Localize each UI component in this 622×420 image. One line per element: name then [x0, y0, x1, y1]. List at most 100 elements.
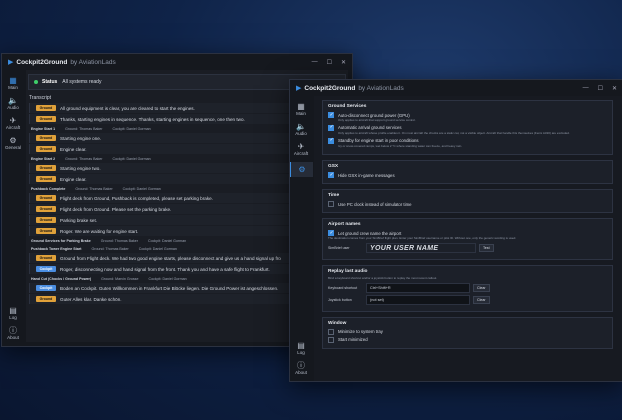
minimize-button[interactable]: —: [583, 85, 589, 92]
simbrief-user-input[interactable]: YOUR USER NAME: [366, 243, 476, 254]
hide-gsx-checkbox[interactable]: Hide GSX in-game messages: [328, 172, 607, 179]
nav-general[interactable]: ⚙: [290, 162, 313, 177]
nav-general[interactable]: ⚙ General: [2, 136, 24, 150]
gear-icon: ⚙: [298, 165, 306, 174]
maximize-button[interactable]: ☐: [598, 85, 603, 92]
transcript-text: Roger. We are waiting for engine start.: [60, 228, 139, 234]
speaker-badge: Ground: [36, 206, 56, 212]
nav-rail: ▦ Main 🔈 Audio ✈ Aircraft ⚙ ▤ Log ⓘ About: [290, 96, 313, 381]
checkbox-label: Use PC clock instead of simulator time: [338, 201, 412, 207]
app-byline: by AviationLads: [358, 84, 404, 92]
transcript-text: Thanks, starting engines in sequence. Th…: [60, 116, 245, 122]
nav-audio[interactable]: 🔈 Audio: [290, 122, 312, 136]
nav-main-label: Main: [8, 85, 18, 90]
option-description: Bind a keyboard shortcut and/or a joysti…: [328, 276, 438, 281]
pc-clock-checkbox[interactable]: Use PC clock instead of simulator time: [328, 201, 607, 208]
section-title: Pushback Complete: [31, 186, 66, 191]
nav-aircraft[interactable]: ✈ Aircraft: [290, 142, 312, 156]
speaker-badge: Ground: [36, 176, 56, 182]
checkbox-label: Standby for engine start in poor conditi…: [338, 138, 419, 144]
nav-about[interactable]: ⓘ About: [2, 326, 24, 340]
transcript-text: All ground equipment is clear, you are c…: [60, 105, 195, 111]
group-title: Replay last audio: [328, 269, 368, 275]
info-icon: ⓘ: [9, 326, 17, 335]
section-title: Engine Start 1: [31, 126, 56, 131]
group-title: Ground Services: [328, 104, 367, 109]
speaker-badge: Ground: [36, 116, 56, 122]
maximize-button[interactable]: ☐: [327, 59, 332, 66]
minimize-button[interactable]: —: [312, 59, 318, 66]
section-cockpit: Cockpit: Daniel Gorman: [112, 156, 151, 161]
status-text: All systems ready: [62, 79, 102, 85]
nav-general-label: General: [4, 145, 21, 150]
speaker-badge: Ground: [36, 217, 56, 223]
checkbox-unchecked-icon: [328, 328, 334, 335]
airport-names-group: Airport names Let ground crew name the a…: [322, 218, 613, 261]
settings-window: ▶ Cockpit2Ground by AviationLads — ☐ ✕ ▦…: [289, 79, 622, 382]
status-label: Status: [42, 79, 58, 85]
nav-log-label: Log: [9, 315, 17, 320]
clear-keyboard-button[interactable]: Clear: [473, 283, 490, 292]
app-logo-icon: ▶: [296, 85, 302, 92]
section-cockpit: Cockpit: Daniel Gorman: [148, 238, 187, 243]
auto-arrival-checkbox[interactable]: Automatic arrival ground services: [328, 124, 607, 131]
nav-about[interactable]: ⓘ About: [290, 361, 312, 375]
checkbox-checked-icon: [328, 124, 334, 131]
speaker-badge: Ground: [36, 296, 56, 302]
nav-audio[interactable]: 🔈 Audio: [2, 96, 24, 110]
section-cockpit: Cockpit: Daniel Gorman: [138, 246, 177, 251]
nav-about-label: About: [7, 335, 19, 340]
checkbox-checked-icon: [328, 230, 334, 237]
checkbox-checked-icon: [328, 137, 334, 144]
transcript-text: Boden an Cockpit. Guten Willkommen in Fr…: [60, 285, 279, 291]
nav-aircraft-label: Aircraft: [5, 125, 21, 130]
title-bar: ▶ Cockpit2Ground by AviationLads — ☐ ✕: [290, 80, 622, 96]
nav-about-label: About: [295, 370, 307, 375]
nav-audio-label: Audio: [7, 105, 19, 110]
speaker-icon: 🔈: [8, 96, 18, 105]
speaker-badge: Ground: [36, 195, 56, 201]
nav-log[interactable]: ▤ Log: [290, 341, 312, 355]
checkbox-label: Hide GSX in-game messages: [338, 172, 395, 178]
nav-main[interactable]: ▦ Main: [290, 102, 312, 116]
clear-joystick-button[interactable]: Clear: [473, 295, 490, 304]
speaker-badge: Cockpit: [36, 285, 56, 291]
joystick-button-input[interactable]: (not set): [366, 294, 470, 305]
minimize-to-tray-checkbox[interactable]: Minimize to system tray: [328, 328, 607, 335]
close-button[interactable]: ✕: [612, 85, 617, 92]
speaker-badge: Ground: [36, 255, 56, 261]
app-name: Cockpit2Ground: [304, 84, 356, 92]
nav-main[interactable]: ▦ Main: [2, 76, 24, 90]
nav-aircraft[interactable]: ✈ Aircraft: [2, 116, 24, 130]
grid-icon: ▦: [9, 76, 17, 85]
section-ground: Ground: Thomas Baker: [91, 246, 129, 251]
section-ground: Ground: Thomas Baker: [65, 156, 103, 161]
speaker-badge: Ground: [36, 135, 56, 141]
standby-checkbox[interactable]: Standby for engine start in poor conditi…: [328, 137, 607, 144]
section-cockpit: Cockpit: Daniel Gorman: [112, 126, 151, 131]
speaker-badge: Cockpit: [36, 266, 56, 272]
simbrief-user-value: YOUR USER NAME: [370, 244, 439, 252]
speaker-badge: Ground: [36, 105, 56, 111]
window-group: Window Minimize to system tray Start min…: [322, 316, 613, 349]
close-button[interactable]: ✕: [341, 59, 346, 66]
nav-rail: ▦ Main 🔈 Audio ✈ Aircraft ⚙ General ▤ Log ⓘ Ab…: [2, 70, 24, 346]
nav-aircraft-label: Aircraft: [293, 151, 309, 156]
app-name: Cockpit2Ground: [16, 58, 68, 66]
section-title: Pushback Tower Engine Start: [31, 246, 82, 251]
transcript-text: Ground from Flight deck. We had two good…: [60, 255, 281, 261]
option-description: Icy or snow-covered ramps, wet below 2 °…: [338, 143, 463, 148]
start-minimized-checkbox[interactable]: Start minimized: [328, 336, 607, 343]
plane-icon: ✈: [9, 116, 17, 125]
section-title: Hand Cut (Chocks / Ground Power): [31, 276, 92, 281]
group-title: GSX: [328, 164, 339, 170]
speaker-badge: Ground: [36, 228, 56, 234]
nav-log[interactable]: ▤ Log: [2, 306, 24, 320]
keyboard-shortcut-input[interactable]: Ctrl+Shift+R: [366, 282, 470, 293]
test-button[interactable]: Test: [479, 244, 494, 253]
nav-main-label: Main: [296, 111, 306, 116]
gear-icon: ⚙: [9, 136, 17, 145]
transcript-text: Guter Alles klar. Danke schön.: [60, 296, 122, 302]
group-title: Time: [328, 193, 340, 199]
transcript-text: Flight deck from Ground. Please set the …: [60, 206, 172, 212]
